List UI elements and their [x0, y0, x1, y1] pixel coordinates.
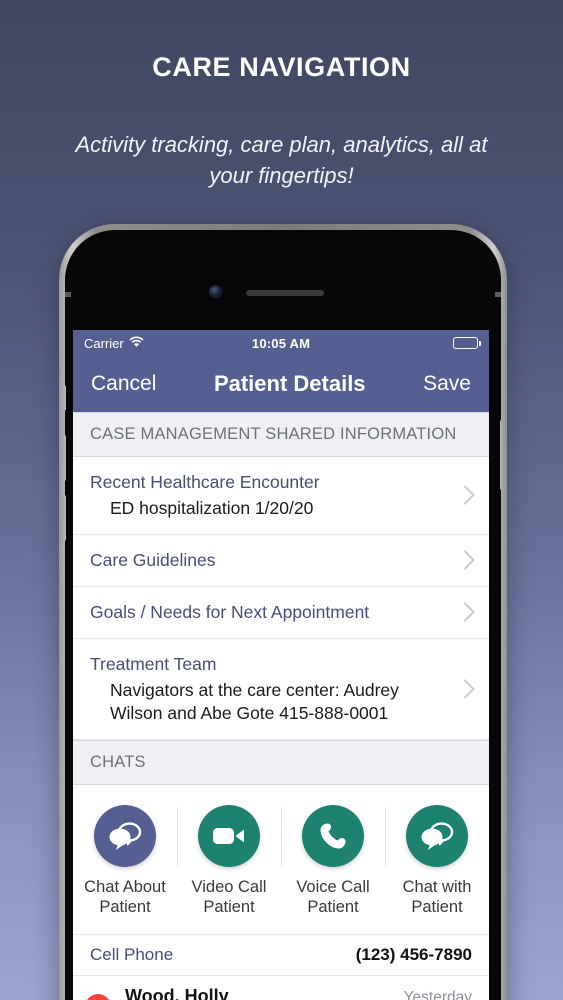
- row-recent-healthcare-encounter[interactable]: Recent Healthcare Encounter ED hospitali…: [73, 457, 489, 535]
- action-label: Chat About Patient: [84, 877, 166, 917]
- chevron-right-icon: [455, 602, 475, 623]
- carrier-label: Carrier: [84, 335, 124, 351]
- action-voice-call-patient[interactable]: Voice Call Patient: [281, 804, 385, 918]
- save-button[interactable]: Save: [423, 372, 471, 396]
- message-header: Wood, Holly Yesterday: [125, 986, 472, 1000]
- row-title: Recent Healthcare Encounter: [90, 472, 320, 492]
- chat-actions-strip: Chat About Patient Video Call Patient Vo…: [73, 784, 489, 936]
- chevron-right-icon: [455, 678, 475, 699]
- volume-down-button[interactable]: [65, 495, 66, 541]
- action-chat-about-patient[interactable]: Chat About Patient: [73, 804, 177, 918]
- front-camera-icon: [210, 286, 221, 297]
- cancel-button[interactable]: Cancel: [91, 372, 156, 396]
- status-bar: Carrier 10:05 AM: [73, 330, 489, 356]
- section-header-case-management: CASE MANAGEMENT SHARED INFORMATION: [73, 412, 489, 457]
- action-video-call-patient[interactable]: Video Call Patient: [177, 804, 281, 918]
- action-label: Video Call Patient: [191, 877, 267, 917]
- cell-phone-value: (123) 456-7890: [355, 945, 472, 965]
- antenna-band-right: [495, 292, 501, 297]
- row-goals-needs-next-appointment[interactable]: Goals / Needs for Next Appointment: [73, 586, 489, 639]
- phone-mockup: Carrier 10:05 AM Cancel Patient Details …: [59, 224, 507, 1000]
- video-camera-icon: [198, 804, 260, 867]
- row-title: Care Guidelines: [90, 549, 216, 570]
- wifi-icon: [129, 335, 144, 351]
- action-label: Chat with Patient: [402, 877, 472, 917]
- navbar-title: Patient Details: [213, 371, 366, 396]
- phone-bezel: Carrier 10:05 AM Cancel Patient Details …: [65, 230, 501, 1000]
- action-chat-with-patient[interactable]: Chat with Patient: [385, 804, 489, 918]
- navigation-bar: Cancel Patient Details Save: [73, 356, 489, 412]
- list-item[interactable]: Wood, Holly Yesterday Can not talk the p…: [73, 976, 489, 1000]
- earpiece-speaker-icon: [246, 290, 324, 296]
- row-detail: Navigators at the care center: Audrey Wi…: [110, 679, 399, 723]
- row-detail: ED hospitalization 1/20/20: [110, 497, 314, 518]
- volume-up-button[interactable]: [65, 435, 66, 481]
- phone-handset-icon: [302, 804, 364, 867]
- row-treatment-team[interactable]: Treatment Team Navigators at the care ce…: [73, 638, 489, 740]
- page-title: CARE NAVIGATION: [152, 52, 411, 82]
- battery-full-icon: [453, 337, 482, 349]
- row-cell-phone[interactable]: Cell Phone (123) 456-7890: [73, 935, 489, 977]
- status-bar-left: Carrier: [84, 336, 252, 351]
- chevron-right-icon: [455, 485, 475, 506]
- power-button[interactable]: [500, 420, 501, 490]
- message-timestamp: Yesterday: [403, 989, 472, 1000]
- minus-circle-icon[interactable]: [85, 994, 111, 1000]
- row-care-guidelines[interactable]: Care Guidelines: [73, 534, 489, 587]
- row-body: Goals / Needs for Next Appointment: [90, 601, 448, 624]
- cell-phone-label: Cell Phone: [90, 945, 174, 965]
- chevron-right-icon: [455, 550, 475, 571]
- promo-header: CARE NAVIGATION Activity tracking, care …: [0, 0, 563, 191]
- message-body: Wood, Holly Yesterday Can not talk the p…: [111, 986, 472, 1000]
- chat-bubbles-icon: [406, 804, 468, 867]
- mute-switch-button[interactable]: [65, 385, 66, 411]
- message-sender: Wood, Holly: [125, 986, 229, 1000]
- row-body: Recent Healthcare Encounter ED hospitali…: [90, 471, 448, 520]
- phone-screen: Carrier 10:05 AM Cancel Patient Details …: [73, 330, 489, 1000]
- row-body: Treatment Team Navigators at the care ce…: [90, 653, 448, 725]
- section-header-chats: CHATS: [73, 739, 489, 785]
- row-body: Care Guidelines: [90, 549, 448, 572]
- chat-bubbles-icon: [94, 804, 156, 867]
- status-bar-time: 10:05 AM: [251, 335, 311, 351]
- row-title: Treatment Team: [90, 653, 217, 674]
- row-title: Goals / Needs for Next Appointment: [90, 601, 370, 622]
- action-label: Voice Call Patient: [296, 877, 370, 917]
- status-bar-right: [310, 337, 482, 349]
- antenna-band-left: [65, 292, 71, 297]
- promo-subtitle: Activity tracking, care plan, analytics,…: [75, 132, 488, 189]
